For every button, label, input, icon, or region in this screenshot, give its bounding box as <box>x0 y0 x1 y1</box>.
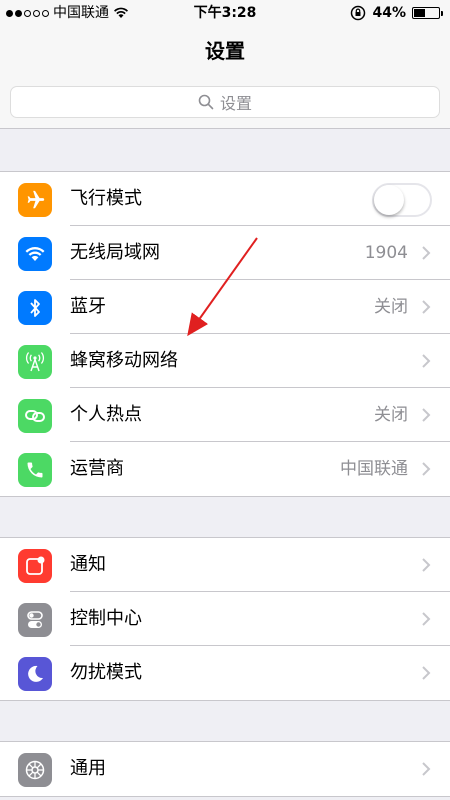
settings-group-general: 通用 <box>0 741 450 797</box>
row-label: 运营商 <box>70 458 124 479</box>
row-value: 关闭 <box>374 297 408 317</box>
search-icon <box>198 94 214 110</box>
row-label: 飞行模式 <box>70 188 142 209</box>
row-personal-hotspot[interactable]: 个人热点 关闭 <box>0 388 450 442</box>
battery-percent: 44% <box>372 5 406 21</box>
row-value: 1904 <box>364 243 408 263</box>
search-input[interactable]: 设置 <box>10 86 440 118</box>
chevron-right-icon <box>422 462 431 476</box>
row-notifications[interactable]: 通知 <box>0 538 450 592</box>
row-label: 通知 <box>70 554 106 575</box>
page-title: 设置 <box>0 26 450 76</box>
settings-group-system: 通知 控制中心 勿扰模式 <box>0 537 450 701</box>
row-label: 蓝牙 <box>70 296 106 317</box>
chevron-right-icon <box>422 354 431 368</box>
row-label: 通用 <box>70 758 106 779</box>
row-carrier[interactable]: 运营商 中国联通 <box>0 442 450 496</box>
control-center-icon <box>18 603 52 637</box>
bluetooth-icon <box>18 291 52 325</box>
phone-icon <box>18 453 52 487</box>
row-label: 个人热点 <box>70 404 142 425</box>
row-control-center[interactable]: 控制中心 <box>0 592 450 646</box>
gear-icon <box>18 753 52 787</box>
status-right: 44% <box>350 0 443 26</box>
chevron-right-icon <box>422 612 431 626</box>
row-do-not-disturb[interactable]: 勿扰模式 <box>0 646 450 700</box>
notification-icon <box>18 549 52 583</box>
row-bluetooth[interactable]: 蓝牙 关闭 <box>0 280 450 334</box>
search-placeholder: 设置 <box>219 94 252 113</box>
moon-icon <box>18 657 52 691</box>
row-wifi[interactable]: 无线局域网 1904 <box>0 226 450 280</box>
row-label: 控制中心 <box>70 608 142 629</box>
airplane-icon <box>18 183 52 217</box>
chevron-right-icon <box>422 666 431 680</box>
row-value: 中国联通 <box>340 459 408 479</box>
chevron-right-icon <box>422 762 431 776</box>
cellular-icon <box>18 345 52 379</box>
hotspot-icon <box>18 399 52 433</box>
wifi-icon <box>18 237 52 271</box>
row-value: 关闭 <box>374 405 408 425</box>
airplane-mode-toggle[interactable] <box>372 183 432 217</box>
orientation-lock-icon <box>351 5 366 21</box>
row-airplane-mode[interactable]: 飞行模式 <box>0 172 450 226</box>
row-label: 蜂窝移动网络 <box>70 350 178 371</box>
chevron-right-icon <box>422 300 431 314</box>
row-label: 勿扰模式 <box>70 662 142 683</box>
chevron-right-icon <box>422 408 431 422</box>
battery-icon <box>412 7 443 19</box>
status-bar: 中国联通 下午3:28 44% <box>0 0 450 26</box>
row-label: 无线局域网 <box>70 242 160 263</box>
settings-group-connectivity: 飞行模式 无线局域网 1904 蓝牙 关闭 蜂窝移动网络 个人热点 关闭 运营商… <box>0 171 450 497</box>
chevron-right-icon <box>422 558 431 572</box>
chevron-right-icon <box>422 246 431 260</box>
row-cellular[interactable]: 蜂窝移动网络 <box>0 334 450 388</box>
row-general[interactable]: 通用 <box>0 742 450 796</box>
search-area: 设置 <box>0 76 450 129</box>
